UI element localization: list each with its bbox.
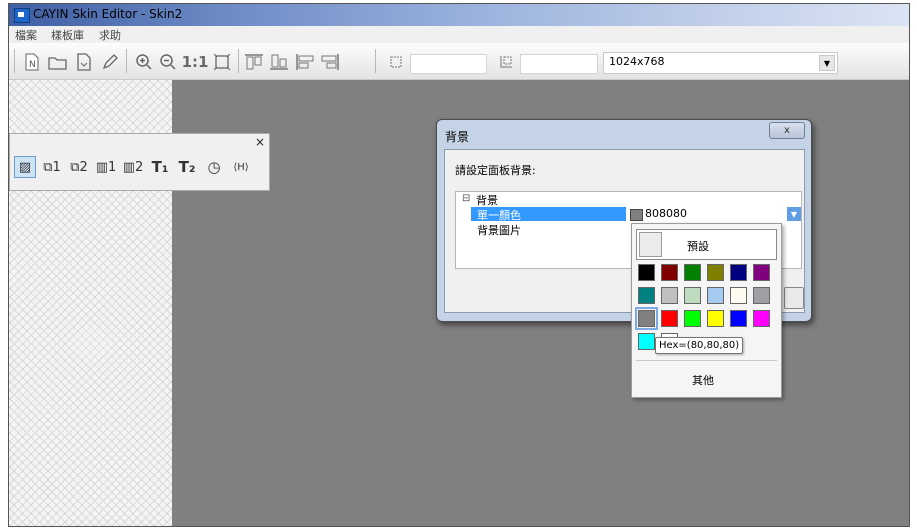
- toolbar-separator: [238, 49, 239, 73]
- color-picker-dropdown: 預設 Hex=(80,80,80) 其他: [631, 223, 782, 398]
- svg-text:N: N: [29, 60, 36, 70]
- open-icon[interactable]: [47, 51, 69, 73]
- align-bottom-icon[interactable]: [268, 51, 290, 73]
- clock-tool-icon[interactable]: ◷: [203, 156, 225, 178]
- align-left-icon[interactable]: [294, 51, 316, 73]
- property-value: 808080: [645, 207, 687, 220]
- property-label: 背景圖片: [477, 224, 521, 237]
- toolbar-separator: [14, 49, 15, 73]
- color-swatch[interactable]: [684, 287, 701, 304]
- close-icon[interactable]: ×: [255, 135, 265, 149]
- property-row-solid-color[interactable]: 單一顏色 808080 ▼: [471, 207, 801, 222]
- video-2-tool-icon[interactable]: ⧉2: [68, 156, 90, 178]
- color-swatch[interactable]: [707, 310, 724, 327]
- dialog-prompt: 請設定面板背景:: [455, 164, 536, 177]
- resize-icon[interactable]: [385, 51, 407, 73]
- color-swatch[interactable]: [730, 310, 747, 327]
- app-window: CAYIN Skin Editor - Skin2 檔案 樣板庫 求助 N 1:…: [8, 3, 910, 527]
- color-swatch[interactable]: [661, 287, 678, 304]
- color-swatch: [630, 209, 643, 221]
- color-swatch[interactable]: [661, 310, 678, 327]
- color-swatch[interactable]: [684, 264, 701, 281]
- color-swatch[interactable]: [635, 307, 658, 330]
- zoom-in-icon[interactable]: [133, 51, 155, 73]
- align-right-icon[interactable]: [319, 51, 341, 73]
- align-top-icon[interactable]: [243, 51, 265, 73]
- chevron-down-icon[interactable]: ▼: [787, 207, 801, 221]
- menu-file[interactable]: 檔案: [15, 27, 37, 43]
- color-swatch[interactable]: [638, 333, 655, 350]
- color-swatch[interactable]: [730, 264, 747, 281]
- color-swatch[interactable]: [638, 287, 655, 304]
- dialog-title: 背景: [445, 130, 470, 144]
- actual-size-icon[interactable]: 1:1: [181, 51, 209, 73]
- color-swatch[interactable]: [753, 264, 770, 281]
- ticker-tool-icon[interactable]: ⟨H⟩: [230, 156, 252, 178]
- resolution-value: 1024x768: [609, 55, 665, 68]
- tool-row: ▨ ⧉1 ⧉2 ▥1 ▥2 T₁ T₂ ◷ ⟨H⟩: [14, 154, 266, 180]
- color-swatch[interactable]: [638, 264, 655, 281]
- position-field[interactable]: [520, 54, 598, 74]
- property-group[interactable]: ⊟ 背景: [456, 192, 801, 207]
- property-label: 單一顏色: [477, 209, 521, 222]
- chevron-down-icon[interactable]: ▼: [819, 55, 835, 71]
- zoom-out-icon[interactable]: [157, 51, 179, 73]
- position-icon[interactable]: [495, 51, 517, 73]
- color-swatch[interactable]: [661, 264, 678, 281]
- hex-tooltip: Hex=(80,80,80): [655, 337, 744, 354]
- dialog-close-button[interactable]: x: [769, 122, 805, 139]
- layer-1-tool-icon[interactable]: ▥1: [95, 156, 117, 178]
- menu-template-library[interactable]: 樣板庫: [51, 27, 84, 43]
- floating-tool-palette: × ▨ ⧉1 ⧉2 ▥1 ▥2 T₁ T₂ ◷ ⟨H⟩: [9, 133, 270, 191]
- width-field[interactable]: [410, 54, 487, 74]
- resolution-select[interactable]: 1024x768 ▼: [603, 52, 838, 74]
- text-2-tool-icon[interactable]: T₂: [176, 156, 198, 178]
- fit-icon[interactable]: [211, 51, 233, 73]
- video-1-tool-icon[interactable]: ⧉1: [41, 156, 63, 178]
- main-toolbar: N 1:1 1024x768 ▼: [9, 43, 909, 80]
- default-color-button[interactable]: 預設: [636, 229, 777, 260]
- color-swatch[interactable]: [730, 287, 747, 304]
- dialog-button[interactable]: [784, 287, 804, 309]
- title-bar: CAYIN Skin Editor - Skin2: [9, 4, 909, 26]
- app-icon: [14, 8, 30, 23]
- color-swatch[interactable]: [684, 310, 701, 327]
- image-tool-icon[interactable]: ▨: [14, 156, 36, 178]
- other-colors-button[interactable]: 其他: [692, 372, 714, 388]
- new-icon[interactable]: N: [21, 51, 43, 73]
- group-label: 背景: [476, 194, 498, 207]
- toolbar-separator: [375, 49, 376, 73]
- color-swatch[interactable]: [707, 287, 724, 304]
- color-swatch[interactable]: [753, 310, 770, 327]
- layer-2-tool-icon[interactable]: ▥2: [122, 156, 144, 178]
- default-label: 預設: [687, 240, 709, 253]
- palette-divider: [636, 360, 777, 361]
- color-swatch[interactable]: [753, 287, 770, 304]
- menu-help[interactable]: 求助: [99, 27, 121, 43]
- window-title: CAYIN Skin Editor - Skin2: [33, 7, 183, 21]
- collapse-icon[interactable]: ⊟: [462, 193, 470, 204]
- menu-bar: 檔案 樣板庫 求助: [9, 26, 909, 43]
- toolbar-separator: [126, 49, 127, 73]
- text-1-tool-icon[interactable]: T₁: [149, 156, 171, 178]
- property-value-cell[interactable]: 808080 ▼: [626, 207, 801, 221]
- default-color-swatch: [639, 232, 662, 257]
- edit-icon[interactable]: [99, 51, 121, 73]
- color-swatch[interactable]: [707, 264, 724, 281]
- save-icon[interactable]: [73, 51, 95, 73]
